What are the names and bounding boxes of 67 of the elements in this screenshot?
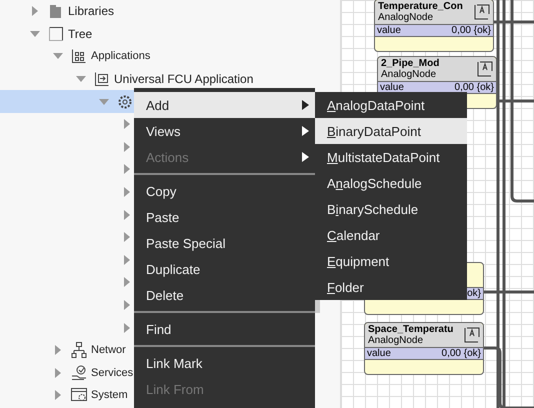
scrollbar-thumb[interactable] xyxy=(315,300,320,313)
node-type: AnalogNode xyxy=(368,335,424,346)
tree-item[interactable]: Applications xyxy=(91,50,150,62)
expand-arrow-icon[interactable] xyxy=(30,6,40,16)
expand-arrow-icon[interactable] xyxy=(122,254,132,265)
node-title: 2_Pipe_Mod xyxy=(381,58,440,69)
expand-arrow-icon[interactable] xyxy=(122,232,132,242)
expand-arrow-icon[interactable] xyxy=(53,390,63,400)
menu-item[interactable]: Folder xyxy=(315,274,467,300)
expand-arrow-icon[interactable] xyxy=(122,142,132,152)
menu-item[interactable]: BinaryDataPoint xyxy=(315,118,467,144)
node-card[interactable]: Temperature_Con AnalogNode value 0,00 {ok} xyxy=(374,0,494,52)
port-value: 0,00 {ok} xyxy=(442,348,481,359)
tree-item[interactable]: Networ xyxy=(91,344,126,356)
menu-item[interactable]: Paste xyxy=(134,204,315,230)
menu-item[interactable]: MultistateDataPoint xyxy=(315,144,467,170)
tree-item[interactable]: Universal FCU Application xyxy=(114,72,254,86)
port-label: value xyxy=(367,348,391,359)
tree-item[interactable]: Tree xyxy=(68,26,92,41)
node-type: AnalogNode xyxy=(378,12,434,23)
menu-item[interactable]: AnalogSchedule xyxy=(315,170,467,196)
collapse-arrow-icon[interactable] xyxy=(99,96,109,107)
port-value: 0,00 {ok} xyxy=(454,82,494,93)
settings-icon xyxy=(117,94,133,110)
expand-arrow-icon[interactable] xyxy=(53,368,63,378)
collapse-arrow-icon[interactable] xyxy=(76,74,86,84)
expand-arrow-icon[interactable] xyxy=(122,210,132,220)
window-gear-icon xyxy=(71,387,87,404)
expand-arrow-icon[interactable] xyxy=(122,322,132,333)
analog-icon xyxy=(464,327,480,343)
node-title: Temperature_Con xyxy=(378,1,463,12)
application-icon xyxy=(94,71,110,88)
hand-check-icon xyxy=(71,364,87,381)
port-value: ok} xyxy=(467,288,481,299)
grid-icon xyxy=(71,48,87,64)
port-label: value xyxy=(380,82,404,93)
menu-item[interactable]: Add xyxy=(134,92,315,118)
expand-arrow-icon[interactable] xyxy=(122,119,132,130)
port-label: value xyxy=(377,25,401,36)
menu-item[interactable]: Link Mark xyxy=(134,350,315,376)
tree-item[interactable]: Services xyxy=(91,366,134,379)
menu-item[interactable]: Calendar xyxy=(315,222,467,248)
menu-item[interactable]: Copy xyxy=(134,178,315,204)
menu-item[interactable]: Views xyxy=(134,118,315,144)
node-card[interactable]: Space_Temperatu AnalogNode value 0,00 {ok} xyxy=(364,322,484,375)
expand-arrow-icon[interactable] xyxy=(53,345,63,356)
expand-arrow-icon[interactable] xyxy=(122,277,132,288)
node-title: Space_Temperatu xyxy=(368,324,454,335)
menu-item[interactable]: Paste Special xyxy=(134,230,315,256)
analog-icon xyxy=(477,61,493,77)
tree-item[interactable]: System xyxy=(91,389,128,402)
tree-item[interactable]: Libraries xyxy=(68,4,114,18)
menu-item[interactable]: Delete xyxy=(134,282,315,308)
menu-item[interactable]: BinarySchedule xyxy=(315,196,467,222)
collapse-arrow-icon[interactable] xyxy=(30,28,40,39)
folder-icon xyxy=(48,26,64,42)
expand-arrow-icon[interactable] xyxy=(122,300,132,310)
collapse-arrow-icon[interactable] xyxy=(53,51,63,62)
node-type: AnalogNode xyxy=(381,69,438,80)
menu-item[interactable]: Equipment xyxy=(315,248,467,274)
menu-item[interactable]: Duplicate xyxy=(134,256,315,282)
analog-icon xyxy=(474,4,490,20)
menu-item[interactable]: Find xyxy=(134,316,315,342)
port-value: 0,00 {ok} xyxy=(452,25,491,36)
network-icon xyxy=(71,342,87,358)
expand-arrow-icon[interactable] xyxy=(122,187,132,198)
expand-arrow-icon[interactable] xyxy=(122,164,132,174)
